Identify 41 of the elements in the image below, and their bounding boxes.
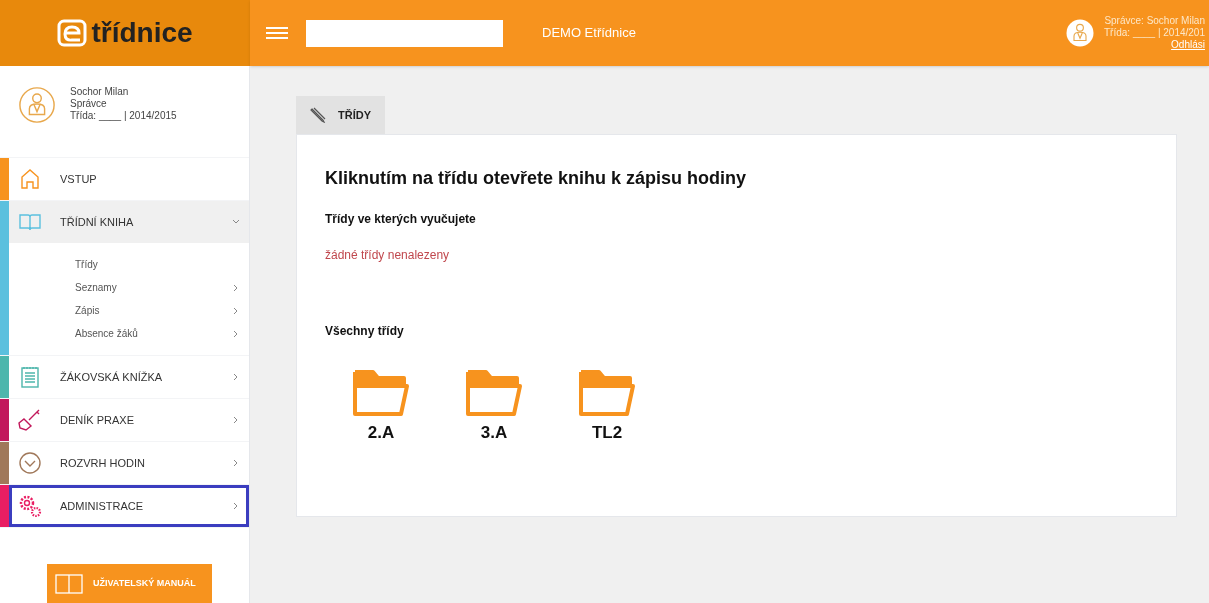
gears-icon: [18, 494, 42, 519]
folder-icon: [464, 368, 524, 416]
logo[interactable]: třídnice: [0, 0, 250, 66]
user-avatar-icon: [1065, 18, 1095, 48]
submenu-item[interactable]: Seznamy: [9, 276, 249, 300]
menu-item[interactable]: ADMINISTRACE: [9, 485, 249, 528]
menu-item[interactable]: ROZVRH HODIN: [9, 442, 249, 485]
menu-item[interactable]: DENÍK PRAXE: [9, 399, 249, 442]
book-icon: [55, 573, 83, 594]
menu-item[interactable]: VSTUP: [9, 158, 249, 201]
user-info-text: Správce: Sochor Milan: [1104, 15, 1205, 27]
class-folder[interactable]: 2.A: [351, 368, 411, 446]
user-avatar-icon: [18, 86, 56, 124]
user-info-text: Třída: ____ | 2014/201: [1104, 27, 1205, 39]
page-title: DEMO Etřídnice: [542, 24, 636, 43]
shovel-icon: [18, 408, 42, 433]
folder-icon: [351, 368, 411, 416]
submenu-item[interactable]: Třídy: [9, 253, 249, 277]
submenu-item[interactable]: Zápis: [9, 299, 249, 323]
logo-text: třídnice: [91, 19, 193, 47]
logo-e-icon: [57, 19, 88, 47]
pencil-icon: [310, 107, 326, 123]
clock-icon: [18, 451, 42, 476]
submenu-item[interactable]: Absence žáků: [9, 322, 249, 346]
section-title: Všechny třídy: [325, 323, 405, 340]
notepad-icon: [18, 365, 42, 390]
empty-message: žádné třídy nenalezeny: [325, 247, 451, 264]
content-heading: Kliknutím na třídu otevřete knihu k zápisu hodiny: [325, 167, 748, 190]
section-title: Třídy ve kterých vyučujete: [325, 211, 477, 228]
folder-icon: [577, 368, 637, 416]
class-folder[interactable]: 3.A: [464, 368, 524, 446]
menu-item[interactable]: ŽÁKOVSKÁ KNÍŽKA: [9, 356, 249, 399]
class-folder[interactable]: TL2: [577, 368, 637, 446]
menu-item[interactable]: TŘÍDNÍ KNIHA: [9, 201, 249, 244]
tab[interactable]: TŘÍDY: [296, 96, 385, 134]
menu-icon[interactable]: [266, 27, 288, 39]
search-field[interactable]: [306, 19, 503, 47]
profile-class: Třída: ____ | 2014/2015: [70, 110, 177, 122]
house-icon: [18, 167, 42, 192]
profile-role: Správce: [70, 98, 108, 110]
profile-name: Sochor Milan: [70, 86, 130, 98]
